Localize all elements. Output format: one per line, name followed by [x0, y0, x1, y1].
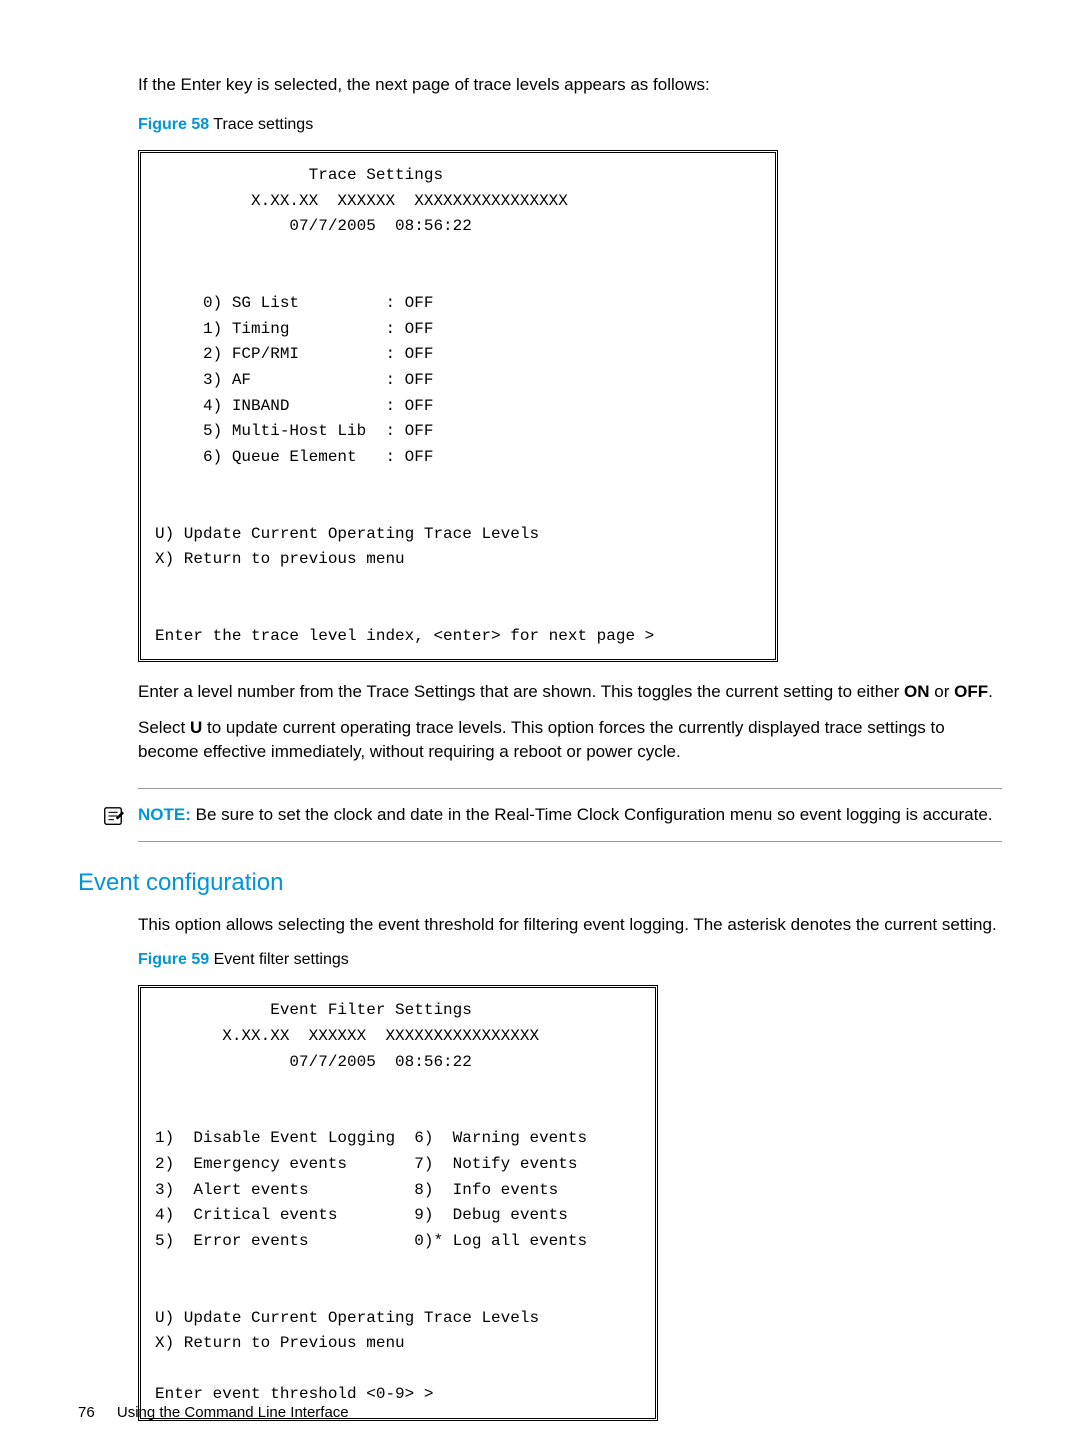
divider-top — [138, 788, 1002, 789]
note-block: NOTE: Be sure to set the clock and date … — [138, 803, 1002, 827]
divider-bottom — [138, 841, 1002, 842]
chapter-title: Using the Command Line Interface — [117, 1404, 349, 1421]
intro-text: If the Enter key is selected, the next p… — [138, 73, 1002, 97]
off-label: OFF — [954, 682, 988, 701]
update-paragraph: Select U to update current operating tra… — [138, 716, 1002, 764]
note-icon — [102, 805, 124, 827]
figure-58-label: Figure 58 — [138, 116, 209, 133]
page-footer: 76 Using the Command Line Interface — [78, 1402, 349, 1423]
figure-59-label: Figure 59 — [138, 951, 209, 968]
toggle-paragraph: Enter a level number from the Trace Sett… — [138, 680, 1002, 704]
figure-58-caption: Figure 58 Trace settings — [138, 114, 1002, 136]
page-number: 76 — [78, 1404, 95, 1421]
on-label: ON — [904, 682, 930, 701]
figure-58-title: Trace settings — [213, 116, 313, 133]
event-filter-terminal: Event Filter Settings X.XX.XX XXXXXX XXX… — [138, 985, 658, 1421]
event-intro-text: This option allows selecting the event t… — [138, 913, 1002, 937]
trace-settings-terminal: Trace Settings X.XX.XX XXXXXX XXXXXXXXXX… — [138, 150, 778, 662]
figure-59-caption: Figure 59 Event filter settings — [138, 949, 1002, 971]
figure-59-title: Event filter settings — [214, 951, 349, 968]
event-configuration-heading: Event configuration — [78, 866, 1002, 900]
u-key-label: U — [190, 718, 202, 737]
note-text: Be sure to set the clock and date in the… — [196, 805, 993, 824]
note-label: NOTE: — [138, 805, 191, 824]
